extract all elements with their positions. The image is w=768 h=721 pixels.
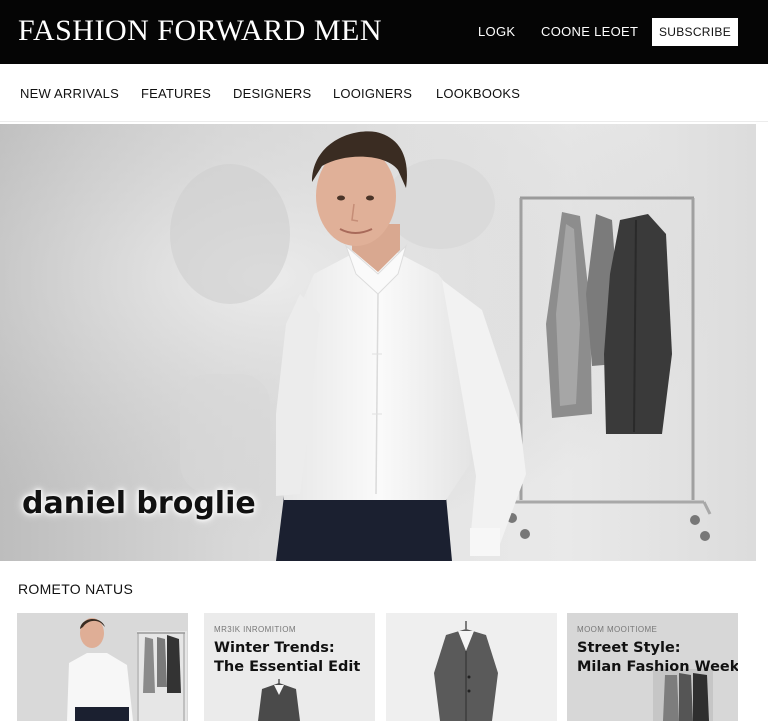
header-link-coone-leoet[interactable]: COONE LEOET: [541, 24, 638, 39]
card-2-title-line-1: Winter Trends:: [214, 640, 335, 656]
nav-item-designers[interactable]: DESIGNERS: [233, 86, 311, 101]
card-4-title[interactable]: Street Style: Milan Fashion Week: [577, 639, 738, 677]
nav-item-features[interactable]: FEATURES: [141, 86, 211, 101]
article-card-4[interactable]: MOOM MOOITIOME Street Style: Milan Fashi…: [567, 613, 738, 721]
card-1-image: [17, 613, 188, 721]
article-card-3[interactable]: [386, 613, 557, 721]
hero-caption: daniel broglie: [22, 486, 256, 521]
card-2-title-line-2: The Essential Edit: [214, 659, 361, 675]
card-4-title-line-1: Street Style:: [577, 640, 681, 656]
hero-feature-image[interactable]: daniel broglie: [0, 124, 756, 561]
section-title: ROMETO NATUS: [18, 581, 134, 597]
card-3-image: [386, 613, 557, 721]
card-4-kicker: MOOM MOOITIOME: [577, 625, 658, 634]
nav-item-looigners[interactable]: LOOIGNERS: [333, 86, 412, 101]
main-navigation: NEW ARRIVALS FEATURES DESIGNERS LOOIGNER…: [0, 64, 768, 122]
card-2-kicker: MR3IK INROMITIOM: [214, 625, 296, 634]
article-card-1[interactable]: [17, 613, 188, 721]
site-logo[interactable]: FASHION FORWARD MEN: [18, 14, 382, 48]
card-4-title-line-2: Milan Fashion Week: [577, 659, 738, 675]
subscribe-button[interactable]: SUBSCRIBE: [652, 18, 738, 46]
top-header-bar: FASHION FORWARD MEN LOGK COONE LEOET SUB…: [0, 0, 768, 64]
nav-item-new-arrivals[interactable]: NEW ARRIVALS: [20, 86, 119, 101]
card-2-title[interactable]: Winter Trends: The Essential Edit: [214, 639, 360, 677]
article-card-2[interactable]: MR3IK INROMITIOM Winter Trends: The Esse…: [204, 613, 375, 721]
nav-item-lookbooks[interactable]: LOOKBOOKS: [436, 86, 520, 101]
header-link-logk[interactable]: LOGK: [478, 24, 515, 39]
